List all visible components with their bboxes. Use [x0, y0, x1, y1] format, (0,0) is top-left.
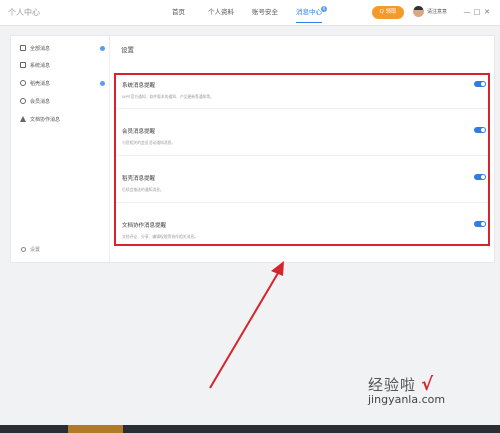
nav-messages[interactable]: 消息中心 0 [296, 0, 336, 26]
vip-toggle[interactable] [474, 127, 486, 133]
sidebar-item-vip[interactable]: 会员消息 [20, 95, 105, 107]
taskbar [0, 425, 500, 433]
gear-icon [21, 247, 26, 252]
nav-security[interactable]: 账号安全 [252, 0, 296, 26]
close-icon[interactable]: ✕ [482, 6, 492, 18]
message-icon [20, 45, 26, 51]
app-window: 个人中心 首页 个人资料 账号安全 消息中心 0 Q 领取 请注意意 — □ ✕… [0, 0, 500, 425]
sidebar-item-label: 系统消息 [30, 62, 51, 69]
settings-link-label: 设置 [30, 247, 41, 253]
app-title: 个人中心 [8, 8, 40, 17]
setting-desc: WPS官方通知、软件版本的通知、产品更新等通知等。 [122, 94, 214, 99]
settings-link[interactable]: 设置 [21, 246, 40, 253]
watermark-cn: 经验啦 [368, 376, 417, 394]
docer-toggle[interactable] [474, 174, 486, 180]
collab-icon [20, 116, 26, 122]
page-title: 设置 [121, 46, 134, 54]
setting-vip: 会员消息提醒 与您相关的会员活动通知消息。 [122, 127, 486, 146]
sidebar: 全部消息 系统消息 稻壳消息 会员消息 文档协作消息 设置 [11, 36, 110, 262]
sidebar-item-label: 全部消息 [30, 45, 51, 52]
watermark-check-icon: √ [421, 374, 434, 395]
sidebar-item-label: 文档协作消息 [30, 116, 61, 123]
setting-title: 文档协作消息提醒 [122, 223, 167, 229]
nav-messages-label: 消息中心 [296, 8, 322, 16]
divider [116, 155, 488, 156]
minimize-icon[interactable]: — [462, 6, 472, 18]
window-controls: — □ ✕ [462, 6, 492, 18]
system-icon [20, 62, 26, 68]
setting-title: 系统消息提醒 [122, 83, 156, 89]
setting-desc: 后续会推送的通知消息。 [122, 187, 164, 192]
setting-title: 会员消息提醒 [122, 129, 156, 135]
setting-collab: 文档协作消息提醒 文档评论、分享、编辑权限等协作相关消息。 [122, 221, 486, 240]
system-toggle[interactable] [474, 81, 486, 87]
sidebar-item-label: 会员消息 [30, 98, 51, 105]
taskbar-item[interactable] [68, 425, 123, 433]
divider [116, 108, 488, 109]
sidebar-item-all[interactable]: 全部消息 [20, 42, 105, 54]
unread-dot [100, 45, 105, 51]
sidebar-item-label: 稻壳消息 [30, 80, 51, 87]
nav-home[interactable]: 首页 [172, 0, 208, 26]
vip-icon [20, 98, 26, 104]
setting-desc: 与您相关的会员活动通知消息。 [122, 140, 176, 145]
settings-list: 系统消息提醒 WPS官方通知、软件版本的通知、产品更新等通知等。 会员消息提醒 … [114, 73, 490, 246]
setting-docer: 稻壳消息提醒 后续会推送的通知消息。 [122, 174, 486, 193]
nav-badge: 0 [321, 6, 327, 12]
setting-system: 系统消息提醒 WPS官方通知、软件版本的通知、产品更新等通知等。 [122, 81, 486, 100]
setting-title: 稻壳消息提醒 [122, 176, 156, 182]
divider [116, 202, 488, 203]
collab-toggle[interactable] [474, 221, 486, 227]
top-nav: 首页 个人资料 账号安全 消息中心 0 [172, 0, 336, 26]
watermark: 经验啦 √ jingyanla.com [368, 374, 445, 406]
sidebar-item-system[interactable]: 系统消息 [20, 59, 105, 71]
sidebar-item-collab[interactable]: 文档协作消息 [20, 113, 105, 125]
maximize-icon[interactable]: □ [472, 6, 482, 18]
watermark-en: jingyanla.com [368, 393, 446, 406]
setting-desc: 文档评论、分享、编辑权限等协作相关消息。 [122, 234, 198, 239]
avatar[interactable] [413, 6, 424, 17]
unread-dot [100, 80, 105, 86]
sidebar-item-docer[interactable]: 稻壳消息 [20, 77, 105, 89]
user-name[interactable]: 请注意意 [427, 8, 447, 15]
docer-icon [20, 80, 26, 86]
claim-button[interactable]: Q 领取 [372, 6, 404, 19]
nav-profile[interactable]: 个人资料 [208, 0, 252, 26]
title-bar: 个人中心 首页 个人资料 账号安全 消息中心 0 Q 领取 请注意意 — □ ✕ [0, 0, 500, 26]
